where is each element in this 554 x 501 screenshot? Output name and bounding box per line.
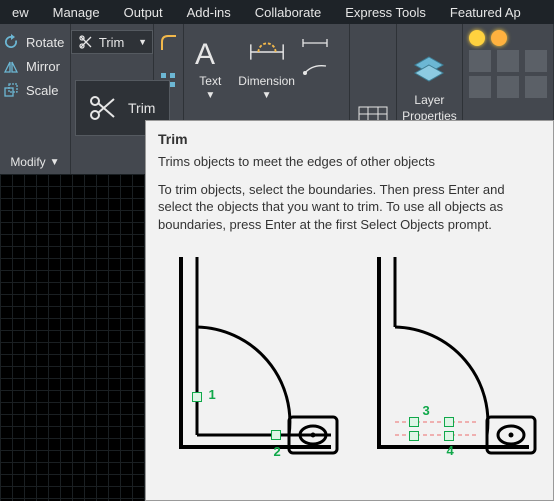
panel-modify-label: Modify xyxy=(10,155,45,169)
marker-2: 2 xyxy=(274,444,281,459)
panel-modify-footer[interactable]: Modify ▼ xyxy=(0,150,70,174)
rotate-label: Rotate xyxy=(26,35,64,50)
menu-item-express-tools[interactable]: Express Tools xyxy=(333,5,438,20)
menu-item-addins[interactable]: Add-ins xyxy=(175,5,243,20)
dimension-label: Dimension xyxy=(238,74,295,88)
chevron-down-icon: ▼ xyxy=(50,157,60,168)
layer-button-e[interactable] xyxy=(497,76,519,98)
menu-item-output[interactable]: Output xyxy=(112,5,175,20)
layer-button-b[interactable] xyxy=(497,50,519,72)
grip-marker xyxy=(409,417,419,427)
trim-icon xyxy=(77,33,95,51)
rotate-button[interactable]: Rotate xyxy=(0,30,66,54)
marker-1: 1 xyxy=(209,387,216,402)
trim-flyout-label: Trim xyxy=(128,100,155,116)
lightbulb-on-icon[interactable] xyxy=(469,30,485,46)
layer-button-c[interactable] xyxy=(525,50,547,72)
layer-properties-button[interactable]: Layer Properties xyxy=(400,49,459,125)
layer-button-d[interactable] xyxy=(469,76,491,98)
marker-3: 3 xyxy=(423,403,430,418)
scale-button[interactable]: Scale xyxy=(0,78,66,102)
scissors-icon xyxy=(86,92,118,124)
leader-icon[interactable] xyxy=(301,60,329,78)
sun-icon[interactable] xyxy=(491,30,507,46)
trim-split-button[interactable]: Trim ▼ xyxy=(71,30,153,54)
text-label: Text xyxy=(199,74,221,88)
layer-button-f[interactable] xyxy=(525,76,547,98)
layer-label1: Layer xyxy=(414,93,444,107)
tooltip-subtitle: Trims objects to meet the edges of other… xyxy=(158,153,541,171)
tooltip-body: To trim objects, select the boundaries. … xyxy=(158,181,541,234)
layers-icon xyxy=(409,51,449,91)
tooltip-title: Trim xyxy=(158,131,541,147)
grip-marker xyxy=(444,417,454,427)
marker-4: 4 xyxy=(447,443,454,458)
menu-item-view[interactable]: ew xyxy=(0,5,41,20)
linear-dim-icon[interactable] xyxy=(301,34,329,52)
grip-marker xyxy=(192,392,202,402)
rotate-icon xyxy=(2,33,20,51)
grid-background xyxy=(0,174,145,501)
svg-text:A: A xyxy=(195,38,215,70)
scale-label: Scale xyxy=(26,83,59,98)
text-icon: A xyxy=(190,32,230,72)
tooltip-trim: Trim Trims objects to meet the edges of … xyxy=(145,120,554,501)
menu-item-collaborate[interactable]: Collaborate xyxy=(243,5,334,20)
fillet-icon[interactable] xyxy=(160,34,178,52)
grip-marker xyxy=(409,431,419,441)
menu-item-featured-apps[interactable]: Featured Ap xyxy=(438,5,533,20)
tooltip-figure-after: 3 4 xyxy=(359,247,539,457)
mirror-button[interactable]: Mirror xyxy=(0,54,66,78)
dimension-button[interactable]: Dimension ▼ xyxy=(236,30,297,103)
tooltip-figure-before: 1 2 xyxy=(161,247,341,457)
mirror-label: Mirror xyxy=(26,59,60,74)
chevron-down-icon: ▼ xyxy=(262,90,272,101)
scale-icon xyxy=(2,81,20,99)
panel-modify: Rotate Mirror Scale Modify ▼ xyxy=(0,24,71,174)
chevron-down-icon: ▼ xyxy=(205,90,215,101)
layer-button-a[interactable] xyxy=(469,50,491,72)
dimension-icon xyxy=(247,32,287,72)
menu-item-manage[interactable]: Manage xyxy=(41,5,112,20)
grip-marker xyxy=(444,431,454,441)
trim-label: Trim xyxy=(99,35,125,50)
menu-bar: ew Manage Output Add-ins Collaborate Exp… xyxy=(0,0,554,24)
grip-marker xyxy=(271,430,281,440)
drawing-area[interactable] xyxy=(0,174,145,501)
mirror-icon xyxy=(2,57,20,75)
chevron-down-icon: ▼ xyxy=(138,37,147,47)
text-button[interactable]: A Text ▼ xyxy=(188,30,232,103)
